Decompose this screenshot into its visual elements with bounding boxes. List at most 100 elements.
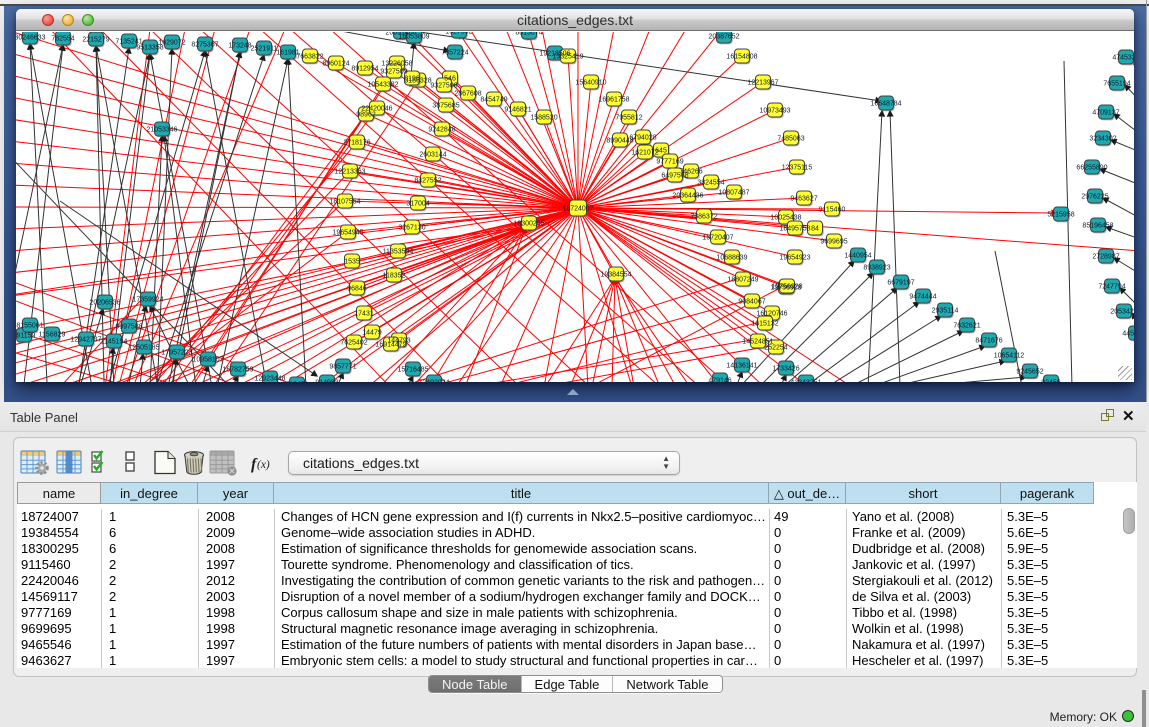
svg-text:9327508: 9327508	[430, 83, 457, 90]
svg-text:7632621: 7632621	[953, 323, 980, 330]
svg-text:813451: 813451	[285, 382, 308, 383]
svg-text:3267130: 3267130	[398, 225, 425, 232]
svg-text:252254: 252254	[764, 345, 787, 352]
svg-text:10807487: 10807487	[718, 190, 749, 197]
svg-text:7386372: 7386372	[690, 214, 717, 221]
svg-text:10543382: 10543382	[367, 82, 398, 89]
svg-text:66255890: 66255890	[1076, 165, 1107, 172]
svg-text:18724007: 18724007	[562, 206, 593, 213]
svg-text:92456: 92456	[1041, 380, 1061, 383]
svg-text:8275367: 8275367	[191, 42, 218, 49]
svg-text:8155061: 8155061	[16, 323, 43, 330]
svg-text:15716485: 15716485	[397, 367, 428, 374]
svg-text:20364436: 20364436	[672, 193, 703, 200]
svg-text:118352: 118352	[383, 273, 406, 280]
svg-text:10654112: 10654112	[994, 353, 1025, 360]
svg-text:9997588: 9997588	[115, 324, 142, 331]
svg-text:4709137: 4709137	[1092, 110, 1119, 117]
svg-text:9777169: 9777169	[656, 159, 683, 166]
svg-text:9084067: 9084067	[738, 299, 765, 306]
svg-text:2603144: 2603144	[419, 152, 446, 159]
svg-text:2867608: 2867608	[454, 91, 481, 98]
svg-text:7485063: 7485063	[777, 136, 804, 143]
svg-text:2215279: 2215279	[82, 37, 109, 44]
svg-text:9242848: 9242848	[428, 127, 455, 134]
svg-text:1145194: 1145194	[101, 339, 128, 346]
svg-text:16154808: 16154808	[726, 54, 757, 61]
svg-text:2976225: 2976225	[1081, 194, 1108, 201]
svg-text:1535: 1535	[344, 259, 360, 266]
svg-text:7955812: 7955812	[615, 115, 642, 122]
svg-text:21053346: 21053346	[146, 127, 177, 134]
svg-text:9245652: 9245652	[1016, 369, 1043, 376]
svg-text:9463627: 9463627	[790, 196, 817, 203]
svg-text:1629072: 1629072	[158, 40, 185, 47]
svg-text:18807249: 18807249	[727, 277, 758, 284]
svg-text:43343251: 43343251	[790, 380, 821, 383]
svg-text:5215958: 5215958	[1047, 212, 1074, 219]
svg-text:7857224: 7857224	[441, 50, 468, 57]
svg-text:10958107: 10958107	[192, 357, 223, 364]
svg-text:12505185: 12505185	[128, 345, 159, 352]
svg-text:8813074: 8813074	[515, 32, 542, 37]
svg-text:645: 645	[655, 148, 667, 155]
svg-text:8196: 8196	[404, 76, 420, 83]
svg-text:17431: 17431	[354, 311, 374, 318]
svg-text:72492024: 72492024	[418, 380, 449, 383]
svg-text:14136141: 14136141	[726, 363, 757, 370]
svg-text:9146821: 9146821	[504, 107, 531, 114]
svg-text:10973493: 10973493	[759, 108, 790, 115]
svg-text:15640910: 15640910	[575, 80, 606, 87]
svg-text:12923448: 12923448	[254, 376, 285, 383]
svg-text:1156829: 1156829	[39, 332, 66, 339]
svg-text:19654923: 19654923	[779, 255, 810, 262]
svg-text:8960124: 8960124	[322, 61, 349, 68]
svg-text:7247794: 7247794	[1098, 284, 1125, 291]
svg-text:3234302: 3234302	[1089, 136, 1116, 143]
svg-text:7625402: 7625402	[340, 340, 367, 347]
svg-text:16782759: 16782759	[222, 367, 253, 374]
svg-text:20387652: 20387652	[708, 34, 739, 41]
svg-text:16961758: 16961758	[598, 97, 629, 104]
svg-text:18107554: 18107554	[329, 199, 360, 206]
svg-text:1615132: 1615132	[751, 321, 778, 328]
svg-text:16053809: 16053809	[398, 34, 429, 41]
svg-text:7663822: 7663822	[296, 54, 323, 61]
svg-text:18495758: 18495758	[779, 226, 810, 233]
svg-text:19384554: 19384554	[600, 272, 631, 279]
svg-text:16120746: 16120746	[756, 311, 787, 318]
svg-text:16914479: 16914479	[375, 342, 406, 349]
svg-text:4745328: 4745328	[1112, 55, 1134, 62]
svg-text:6794028: 6794028	[629, 135, 656, 142]
svg-text:6679197: 6679197	[887, 280, 914, 287]
svg-text:9115460: 9115460	[819, 207, 846, 214]
svg-text:1440954: 1440954	[844, 253, 871, 260]
svg-text:9857771: 9857771	[329, 364, 356, 371]
svg-text:98962: 98962	[356, 112, 376, 119]
svg-text:4455413: 4455413	[1122, 331, 1134, 338]
svg-text:16648784: 16648784	[870, 101, 901, 108]
svg-text:12213967: 12213967	[747, 80, 778, 87]
svg-text:2053424: 2053424	[1110, 309, 1134, 316]
svg-text:17359924: 17359924	[132, 297, 163, 304]
svg-text:96846: 96846	[347, 286, 367, 293]
svg-text:1588520: 1588520	[530, 115, 557, 122]
svg-text:15720407: 15720407	[702, 235, 733, 242]
svg-text:(x): (x)	[257, 459, 270, 471]
svg-text:8454749: 8454749	[480, 97, 507, 104]
svg-text:12213363: 12213363	[334, 169, 365, 176]
svg-text:782554: 782554	[51, 36, 74, 43]
svg-text:3824554: 3824554	[697, 180, 724, 187]
svg-text:6497568: 6497568	[661, 173, 688, 180]
svg-text:9327509: 9327509	[380, 69, 407, 76]
svg-text:1527602: 1527602	[445, 32, 472, 36]
svg-text:13226058: 13226058	[381, 61, 412, 68]
svg-text:2521911: 2521911	[251, 46, 278, 53]
svg-text:11353594: 11353594	[383, 249, 414, 256]
svg-text:20206536: 20206536	[89, 300, 120, 307]
svg-text:2728987: 2728987	[1092, 254, 1119, 261]
svg-text:391159: 391159	[16, 333, 36, 340]
svg-text:19756928: 19756928	[771, 284, 802, 291]
svg-text:8427552: 8427552	[414, 178, 441, 185]
svg-text:914983: 914983	[315, 380, 338, 383]
